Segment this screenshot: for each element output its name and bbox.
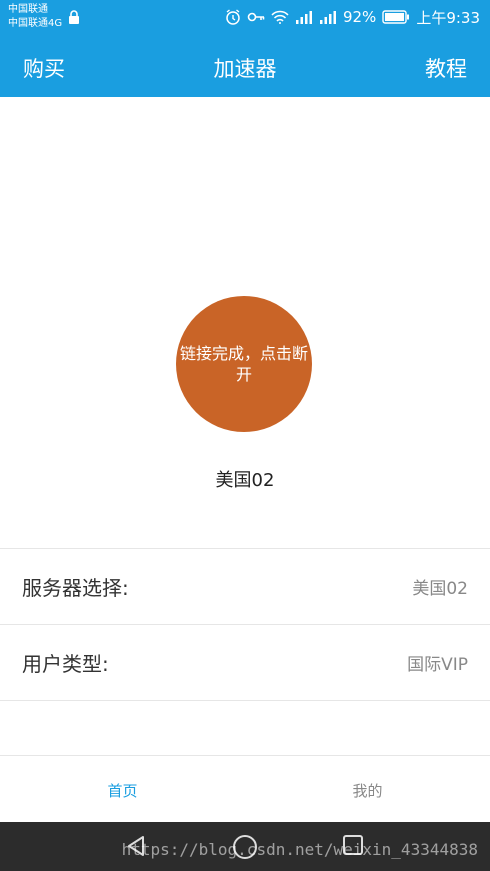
current-server-label: 美国02 — [215, 470, 275, 491]
carrier-info: 中国联通 中国联通4G — [8, 3, 62, 31]
wifi-icon — [271, 10, 289, 24]
signal-icon — [295, 11, 312, 24]
lock-icon — [69, 10, 79, 24]
carrier-1: 中国联通 — [8, 4, 48, 15]
row-value: 美国02 — [412, 579, 468, 599]
signal-icon — [319, 11, 336, 24]
tab-mine[interactable]: 我的 — [245, 780, 490, 801]
watermark: https://blog.csdn.net/weixin_43344838 — [121, 840, 478, 859]
bottom-tab-bar: 首页 我的 — [0, 756, 490, 822]
user-type-row: 用户类型: 国际VIP — [0, 624, 490, 700]
battery-percent: 92% — [342, 8, 377, 26]
carrier-2: 中国联通4G — [8, 18, 63, 29]
tab-home[interactable]: 首页 — [0, 780, 245, 801]
server-select-row[interactable]: 服务器选择: 美国02 — [0, 548, 490, 624]
divider — [0, 700, 490, 701]
connect-toggle-button[interactable]: 链接完成，点击断开 — [176, 296, 312, 432]
key-icon — [247, 12, 265, 22]
battery-icon — [382, 10, 410, 24]
tutorial-button[interactable]: 教程 — [425, 53, 467, 83]
clock: 上午9:33 — [416, 8, 480, 27]
status-bar: 中国联通 中国联通4G 92% 上午9:33 — [0, 0, 490, 34]
app-header: 中国联通 中国联通4G 92% 上午9:33 购买 加速器 教程 — [0, 0, 490, 97]
row-label: 用户类型: — [22, 652, 109, 676]
status-icons: 92% 上午9:33 — [225, 7, 480, 27]
nav-bar: 购买 加速器 教程 — [0, 40, 490, 92]
alarm-icon — [226, 9, 240, 25]
row-value: 国际VIP — [407, 655, 468, 675]
connect-status-label: 链接完成，点击断开 — [179, 344, 308, 384]
row-label: 服务器选择: — [22, 576, 129, 600]
page-title: 加速器 — [213, 57, 277, 81]
system-nav-bar: https://blog.csdn.net/weixin_43344838 — [0, 822, 490, 871]
